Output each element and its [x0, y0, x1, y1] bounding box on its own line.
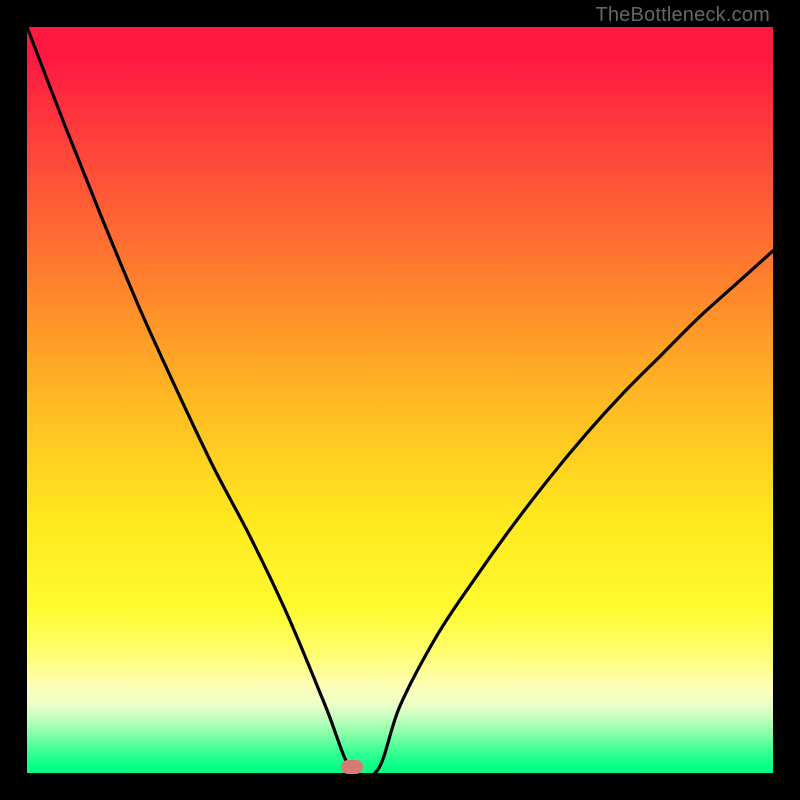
watermark-text: TheBottleneck.com [595, 4, 770, 27]
plot-area [27, 27, 773, 773]
optimal-point-marker [341, 760, 363, 774]
bottleneck-curve [27, 27, 773, 773]
outer-frame: TheBottleneck.com [0, 0, 800, 800]
